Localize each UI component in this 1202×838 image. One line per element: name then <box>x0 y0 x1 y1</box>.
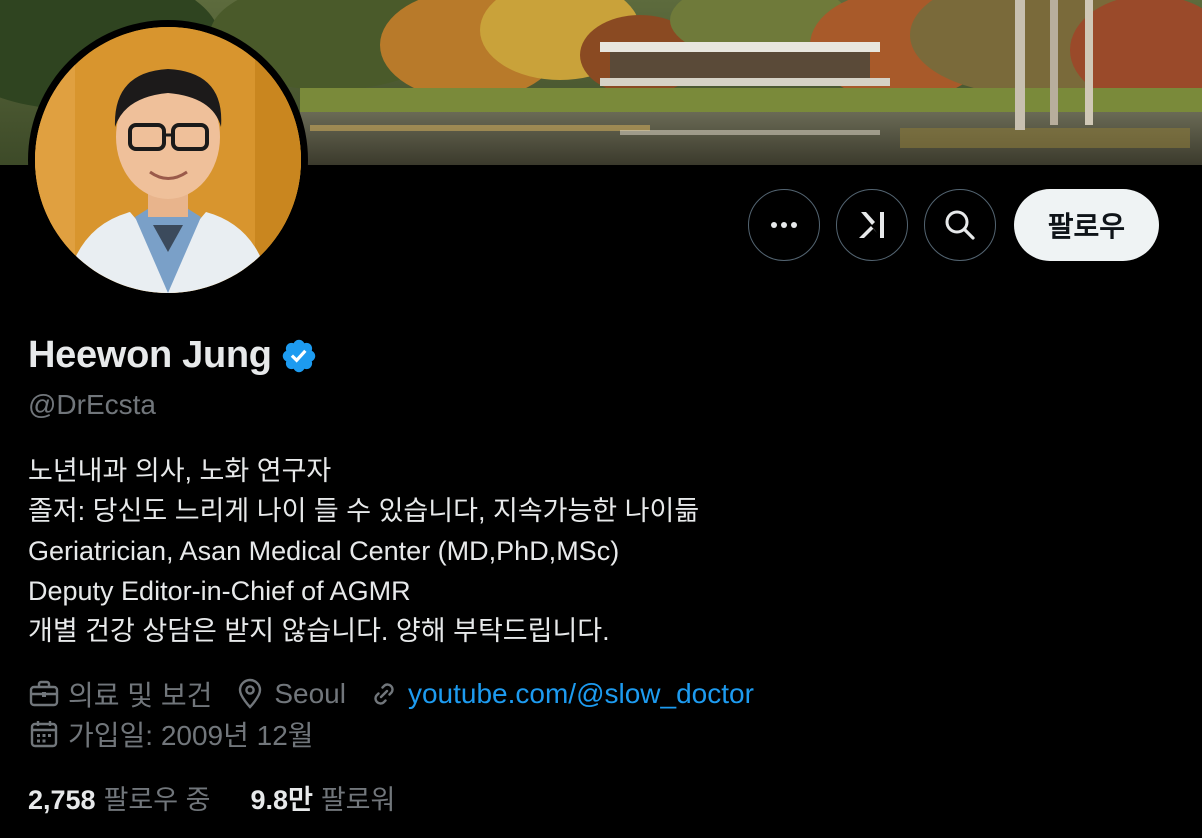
avatar-photo <box>35 27 301 293</box>
link-icon <box>374 683 394 705</box>
calendar-icon <box>30 721 58 748</box>
bio-line: Deputy Editor-in-Chief of AGMR <box>28 576 411 606</box>
category-label: 의료 및 보건 <box>68 680 213 711</box>
profile-name-row: Heewon Jung <box>28 334 318 377</box>
more-horizontal-icon <box>770 222 797 228</box>
briefcase-icon <box>29 680 59 707</box>
profile-page: 팔로우 Heewon Jung @DrEcsta 노년내과 의사, 노화 연구자… <box>0 0 1202 838</box>
bio-line: 졸저: 당신도 느리게 나이 들 수 있습니다, 지속가능한 나이듦 <box>28 496 700 526</box>
profile-meta: 의료 및 보건 Seoul youtube.com/@slow_doctor <box>28 674 776 714</box>
more-button[interactable] <box>747 189 820 261</box>
profile-category: 의료 및 보건 <box>28 674 212 714</box>
profile-stats: 2,758 팔로우 중 9.8만 팔로워 <box>28 778 395 817</box>
follow-button[interactable]: 팔로우 <box>1013 189 1159 261</box>
profile-bio: 노년내과 의사, 노화 연구자 졸저: 당신도 느리게 나이 들 수 있습니다,… <box>28 451 699 651</box>
following-label: 팔로우 중 <box>103 785 211 815</box>
grok-button[interactable] <box>835 189 908 261</box>
grok-icon <box>858 212 884 238</box>
following-count: 2,758 <box>28 785 96 815</box>
bio-line: 개별 건강 상담은 받지 않습니다. 양해 부탁드립니다. <box>28 616 610 646</box>
followers-label: 팔로워 <box>320 785 396 815</box>
website-link[interactable]: youtube.com/@slow_doctor <box>408 678 754 710</box>
profile-join-date: 가입일: 2009년 12월 <box>28 714 336 754</box>
join-date-label: 가입일: 2009년 12월 <box>68 720 314 751</box>
location-label: Seoul <box>274 678 346 709</box>
followers-count: 9.8만 <box>250 785 313 815</box>
followers-link[interactable]: 9.8만 팔로워 <box>250 778 395 817</box>
location-pin-icon <box>239 678 262 709</box>
bio-line: Geriatrician, Asan Medical Center (MD,Ph… <box>28 536 620 566</box>
following-link[interactable]: 2,758 팔로우 중 <box>28 778 210 817</box>
profile-avatar[interactable] <box>28 20 308 300</box>
verified-badge-icon[interactable] <box>280 337 318 375</box>
search-posts-button[interactable] <box>923 189 996 261</box>
bio-line: 노년내과 의사, 노화 연구자 <box>28 456 332 486</box>
join-date-item: 가입일: 2009년 12월 <box>28 714 314 754</box>
search-icon <box>945 210 975 240</box>
profile-handle: @DrEcsta <box>28 389 156 420</box>
profile-actions: 팔로우 <box>747 189 1159 261</box>
profile-location: Seoul <box>234 678 346 710</box>
profile-website[interactable]: youtube.com/@slow_doctor <box>368 678 754 710</box>
profile-name: Heewon Jung <box>28 334 272 376</box>
